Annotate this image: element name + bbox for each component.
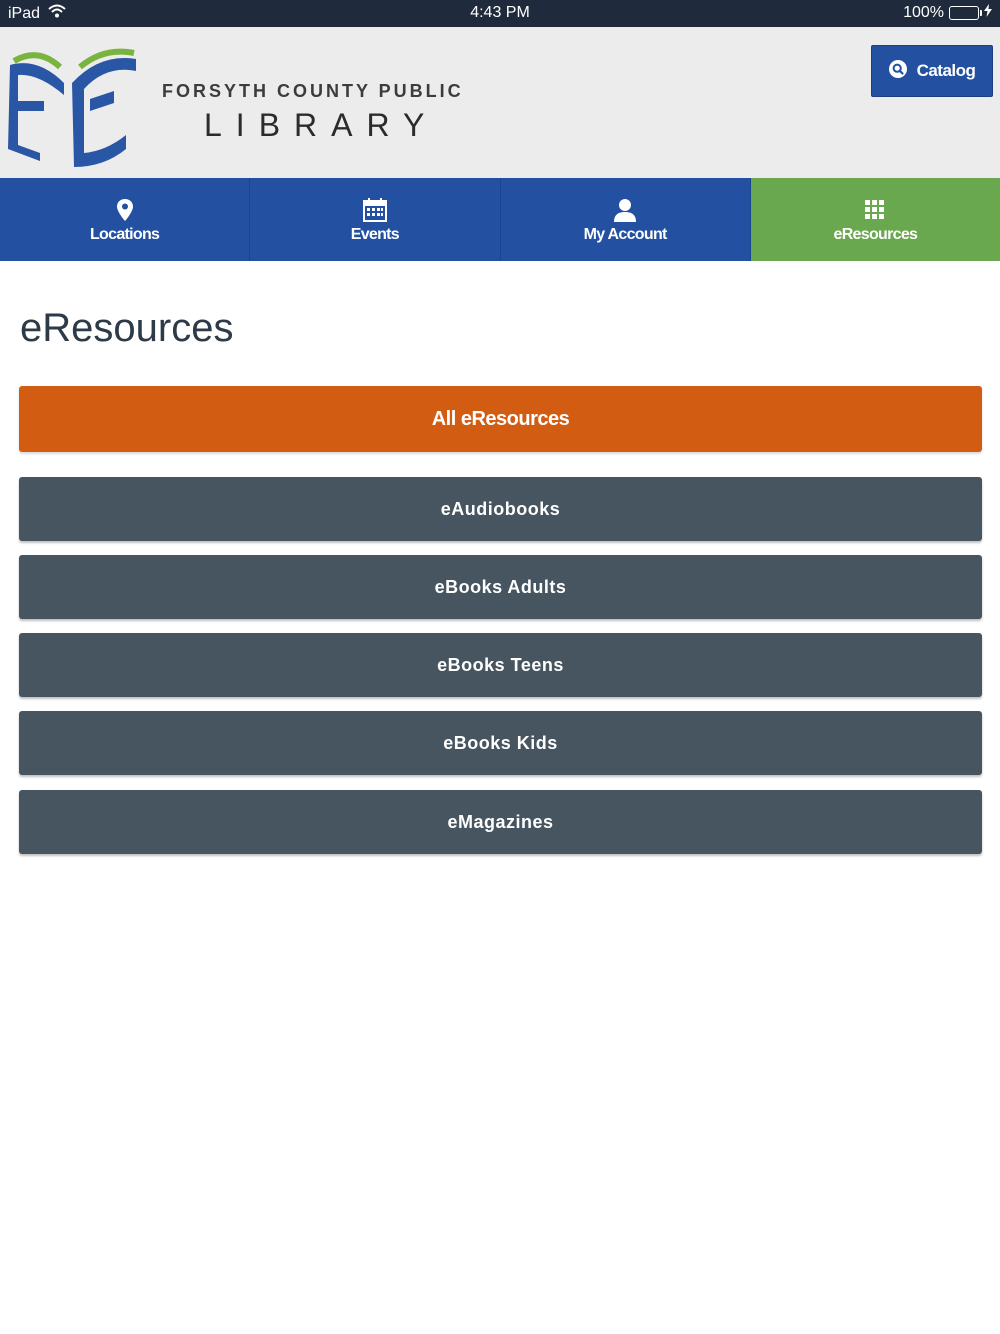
nav-label-events: Events — [350, 226, 400, 243]
eaudiobooks-button[interactable]: eAudiobooks — [19, 477, 982, 541]
nav-label-my-account: My Account — [583, 226, 668, 243]
nav-label-eresources: eResources — [833, 226, 918, 243]
charging-icon — [984, 4, 992, 22]
battery-icon — [949, 6, 982, 20]
library-logo-icon[interactable] — [4, 43, 140, 167]
nav-item-eresources[interactable]: eResources — [750, 178, 1000, 261]
ebooks-adults-button[interactable]: eBooks Adults — [19, 555, 982, 619]
grid-icon — [862, 197, 888, 223]
user-icon — [612, 197, 638, 223]
brand-name-top: FORSYTH COUNTY PUBLIC — [162, 81, 464, 101]
nav-item-events[interactable]: Events — [250, 178, 501, 261]
ebooks-teens-button[interactable]: eBooks Teens — [19, 633, 982, 697]
calendar-icon — [362, 197, 388, 223]
map-pin-icon — [112, 197, 138, 223]
main-nav: Locations Events My Account eResources — [0, 178, 1000, 261]
emagazines-button[interactable]: eMagazines — [19, 790, 982, 854]
search-icon — [888, 59, 907, 83]
battery-percent: 100% — [903, 4, 944, 21]
nav-label-locations: Locations — [89, 226, 160, 243]
all-eresources-button[interactable]: All eResources — [19, 386, 982, 452]
brand-name-bottom: LIBRARY — [204, 107, 439, 143]
status-bar: iPad 4:43 PM 100% — [0, 0, 1000, 27]
nav-item-my-account[interactable]: My Account — [500, 178, 751, 261]
status-time: 4:43 PM — [470, 4, 530, 21]
site-header: FORSYTH COUNTY PUBLIC LIBRARY Catalog — [0, 27, 1000, 178]
page-title: eResources — [20, 306, 234, 350]
status-right: 100% — [903, 4, 992, 22]
nav-item-locations[interactable]: Locations — [0, 178, 251, 261]
catalog-label: Catalog — [916, 61, 976, 80]
ebooks-kids-button[interactable]: eBooks Kids — [19, 711, 982, 775]
catalog-button[interactable]: Catalog — [871, 45, 993, 97]
